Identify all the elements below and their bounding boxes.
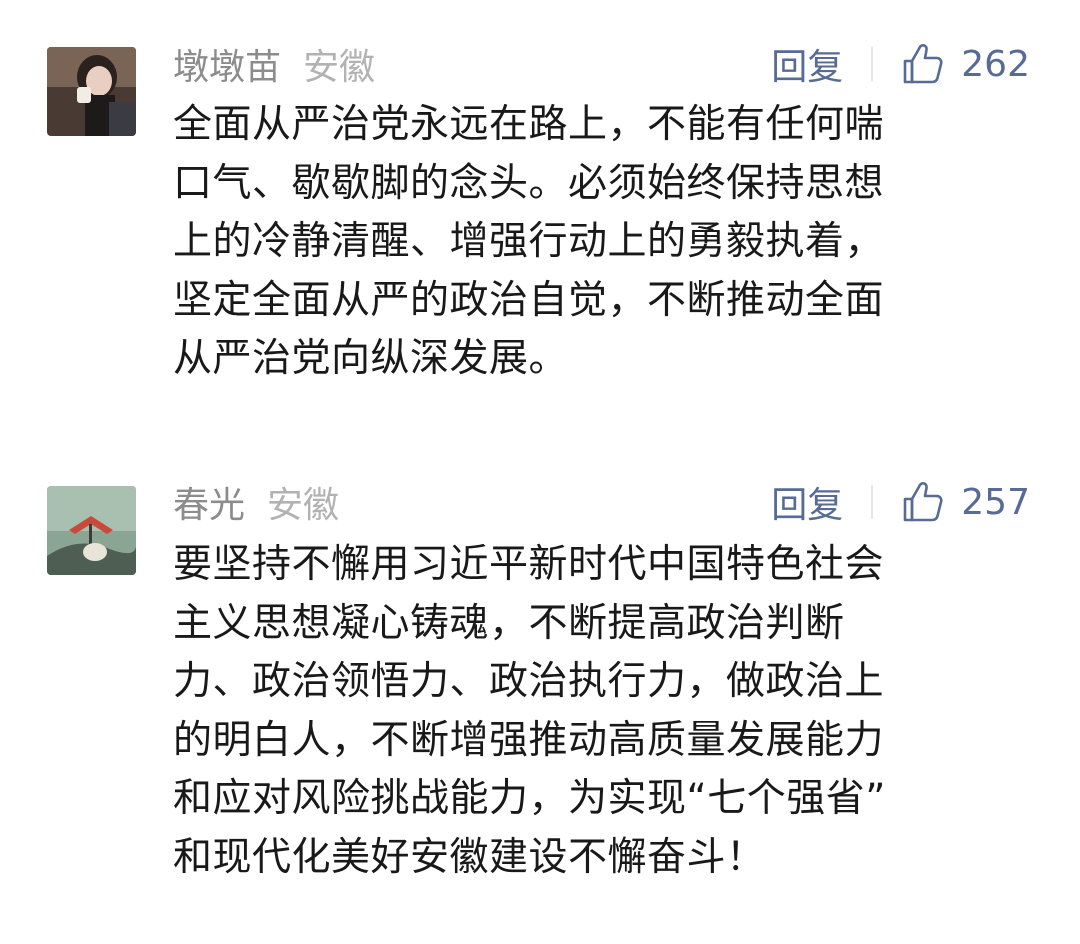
comment-text: 要坚持不懈用习近平新时代中国特色社会 主义思想凝心铸魂，不断提高政治判断 力、政… [173, 536, 1023, 887]
woman-photo-avatar-icon [47, 47, 136, 136]
reply-button[interactable]: 回复 [771, 38, 843, 90]
comment-line: 口气、歇歇脚的念头。必须始终保持思想 [173, 160, 885, 206]
comment-line: 上的冷静清醒、增强行动上的勇毅执着， [173, 219, 885, 264]
nickname[interactable]: 墩墩苗 [173, 38, 281, 90]
action-divider [871, 485, 874, 519]
nickname[interactable]: 春光 [173, 476, 245, 528]
avatar[interactable] [47, 486, 136, 575]
location-label: 安徽 [267, 485, 340, 526]
comment-actions: 回复 257 [771, 477, 1030, 527]
comment-line: 和应对风险挑战能力，为实现“七个强省” [173, 776, 886, 821]
comment-line: 全面从严治党永远在路上，不能有任何喘 [173, 102, 885, 147]
location-label: 安徽 [303, 47, 376, 88]
comment-line: 力、政治领悟力、政治执行力，做政治上 [173, 659, 885, 704]
comment-meta: 墩墩苗 安徽 [173, 39, 375, 89]
action-divider [871, 47, 874, 81]
like-count: 262 [961, 43, 1030, 85]
like-count: 257 [961, 481, 1030, 523]
comment-meta: 春光 安徽 [173, 477, 339, 527]
comment-actions: 回复 262 [771, 39, 1030, 89]
comment-line: 坚定全面从严的政治自觉，不断推动全面 [173, 277, 885, 323]
comment-line: 要坚持不懈用习近平新时代中国特色社会 [173, 542, 885, 587]
avatar[interactable] [47, 47, 136, 136]
comment-line: 的明白人，不断增强推动高质量发展能力 [173, 717, 885, 763]
reply-button[interactable]: 回复 [771, 476, 843, 528]
comment-line: 主义思想凝心铸魂，不断提高政治判断 [173, 600, 845, 646]
thumbs-up-icon[interactable] [901, 42, 945, 86]
comment-line: 和现代化美好安徽建设不懈奋斗！ [173, 834, 766, 880]
comment-text: 全面从严治党永远在路上，不能有任何喘 口气、歇歇脚的念头。必须始终保持思想 上的… [173, 96, 1023, 389]
comment-line: 从严治党向纵深发展。 [173, 336, 569, 381]
thumbs-up-icon[interactable] [901, 480, 945, 524]
painting-avatar-icon [47, 486, 136, 575]
